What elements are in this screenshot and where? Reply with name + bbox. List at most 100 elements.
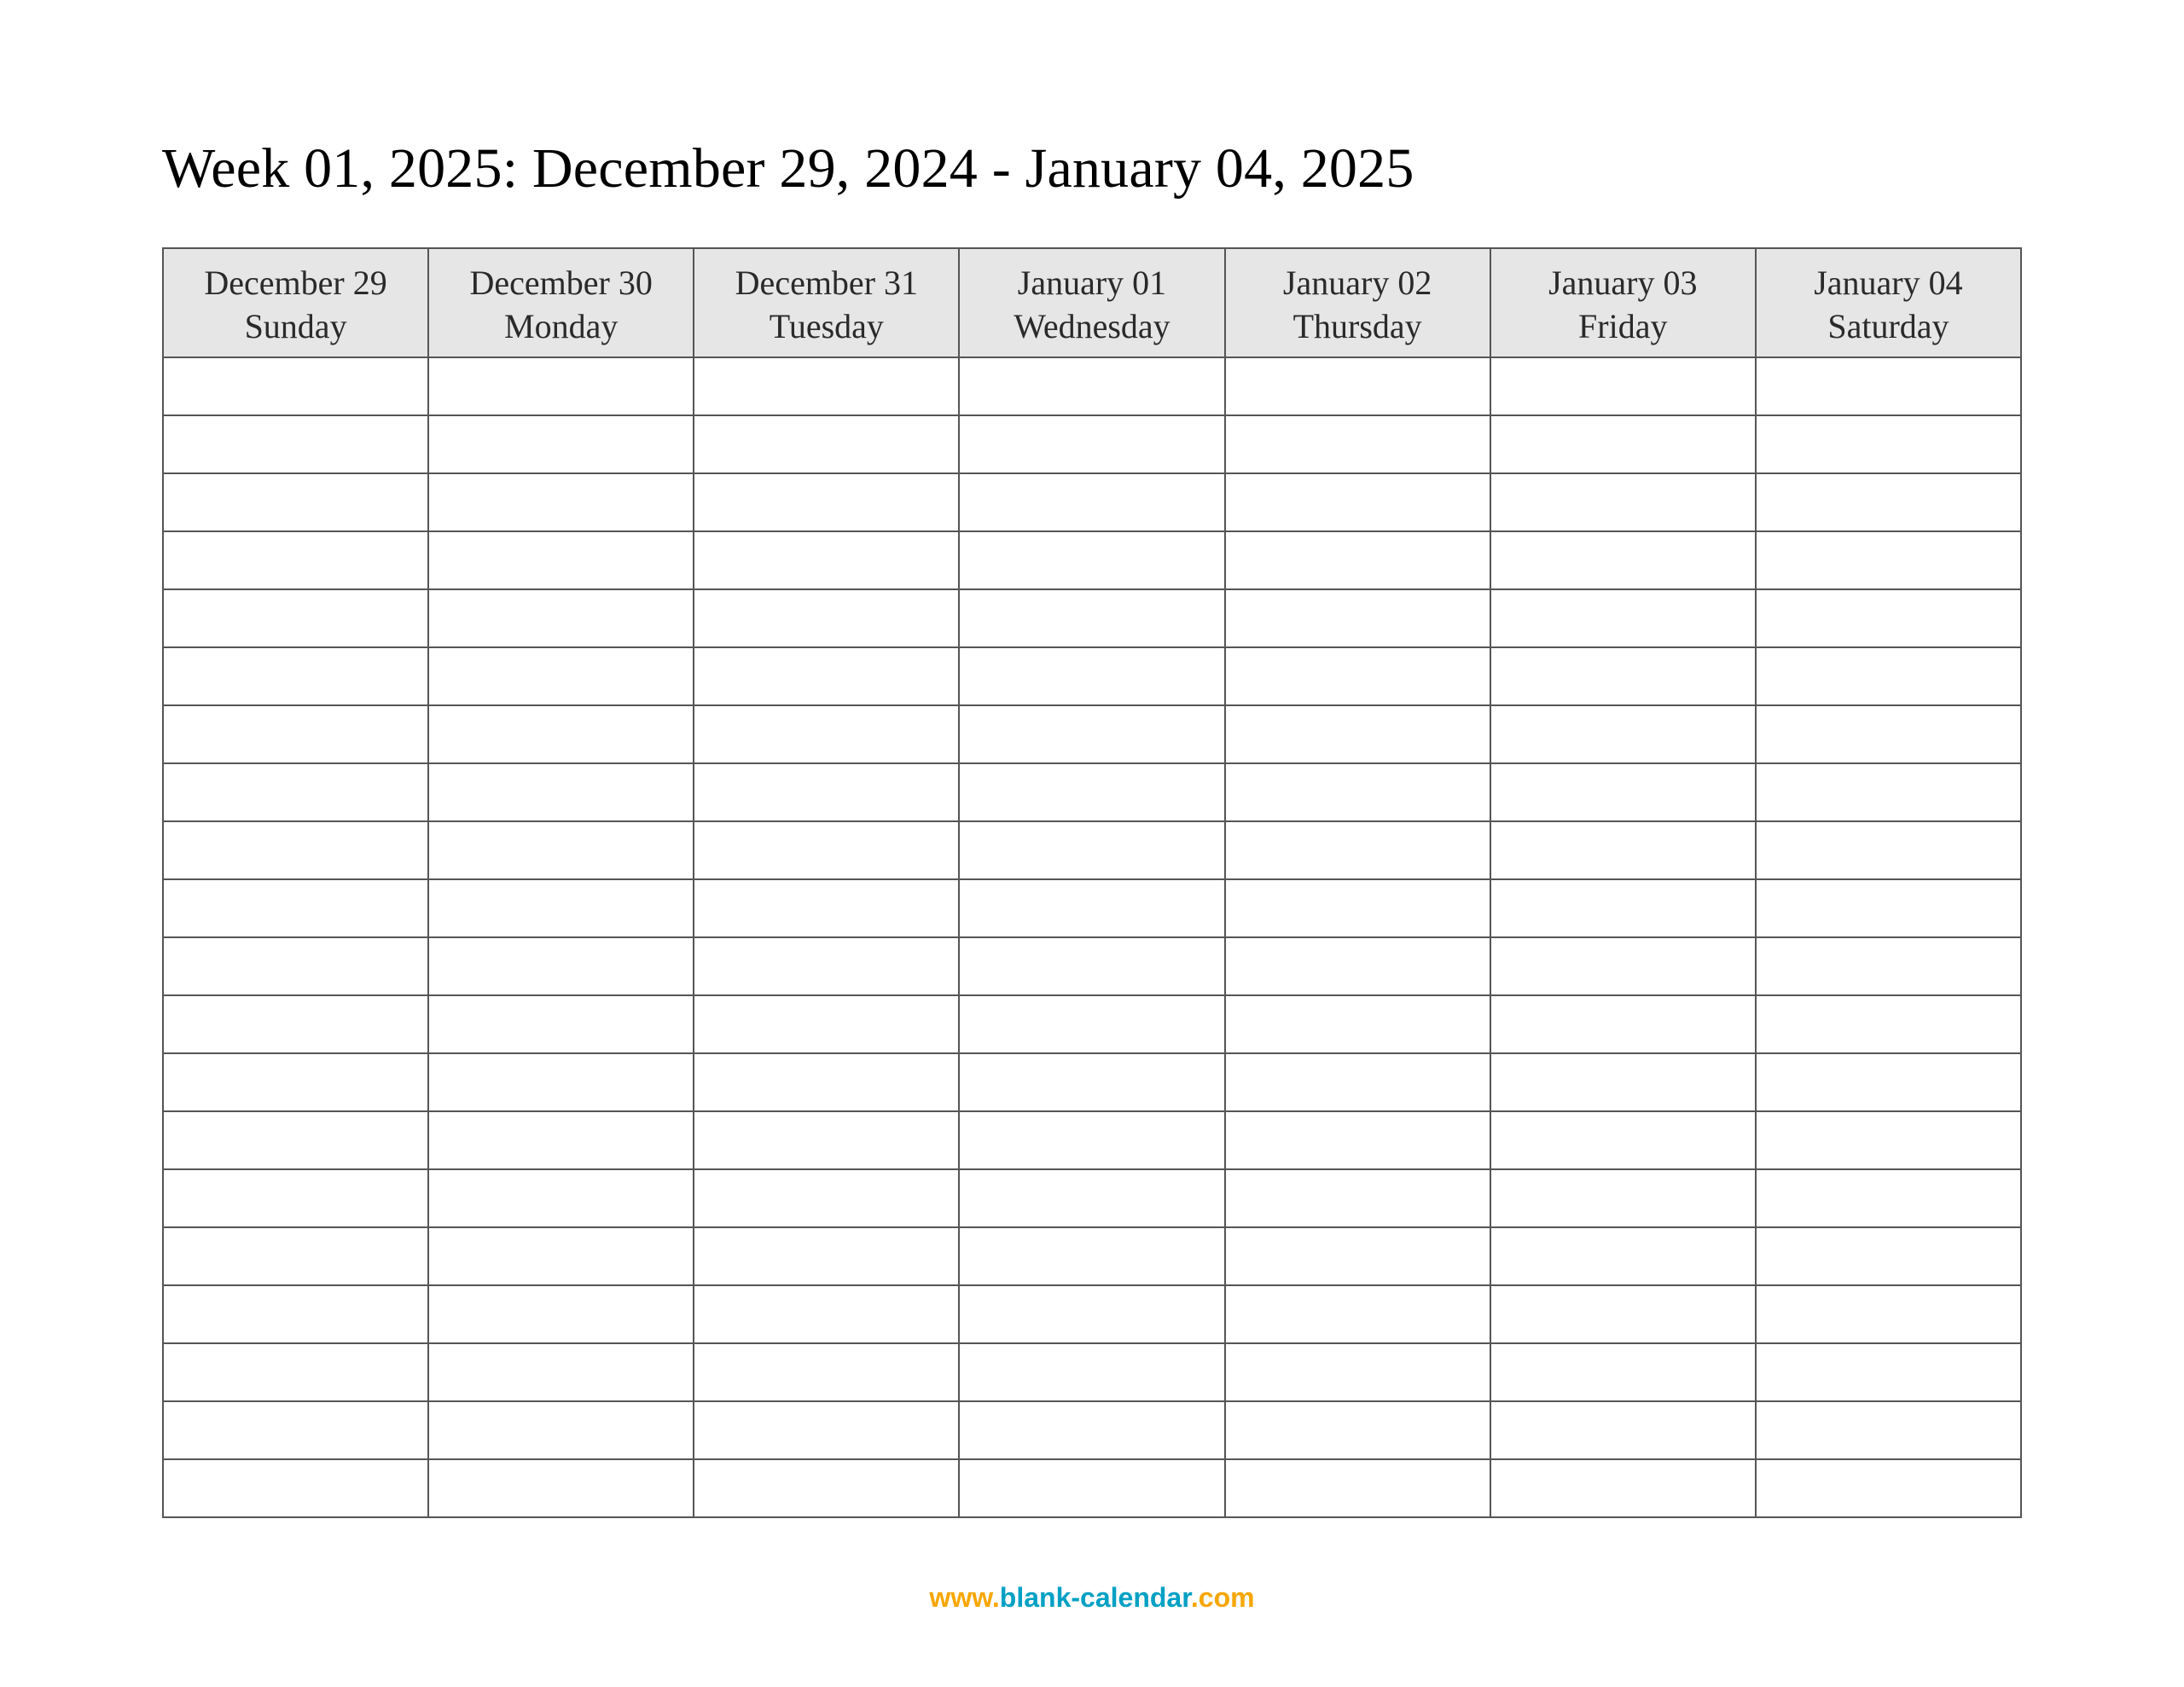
calendar-cell[interactable] <box>1225 1053 1490 1111</box>
calendar-cell[interactable] <box>1225 1111 1490 1169</box>
calendar-cell[interactable] <box>1756 357 2021 415</box>
calendar-cell[interactable] <box>959 821 1224 879</box>
calendar-cell[interactable] <box>163 879 428 937</box>
calendar-cell[interactable] <box>428 357 694 415</box>
calendar-cell[interactable] <box>163 705 428 763</box>
calendar-cell[interactable] <box>1225 1285 1490 1343</box>
calendar-cell[interactable] <box>959 1459 1224 1517</box>
calendar-cell[interactable] <box>428 995 694 1053</box>
calendar-cell[interactable] <box>959 1401 1224 1459</box>
calendar-cell[interactable] <box>163 1227 428 1285</box>
calendar-cell[interactable] <box>694 1343 959 1401</box>
calendar-cell[interactable] <box>1756 589 2021 647</box>
calendar-cell[interactable] <box>1756 1111 2021 1169</box>
calendar-cell[interactable] <box>959 473 1224 531</box>
calendar-cell[interactable] <box>694 763 959 821</box>
calendar-cell[interactable] <box>428 1169 694 1227</box>
calendar-cell[interactable] <box>163 1169 428 1227</box>
calendar-cell[interactable] <box>959 1343 1224 1401</box>
calendar-cell[interactable] <box>1490 705 1756 763</box>
calendar-cell[interactable] <box>694 1227 959 1285</box>
calendar-cell[interactable] <box>1756 1227 2021 1285</box>
calendar-cell[interactable] <box>163 473 428 531</box>
calendar-cell[interactable] <box>1756 995 2021 1053</box>
calendar-cell[interactable] <box>959 995 1224 1053</box>
calendar-cell[interactable] <box>428 1227 694 1285</box>
calendar-cell[interactable] <box>959 1169 1224 1227</box>
calendar-cell[interactable] <box>1225 589 1490 647</box>
calendar-cell[interactable] <box>1490 1401 1756 1459</box>
calendar-cell[interactable] <box>428 821 694 879</box>
calendar-cell[interactable] <box>694 647 959 705</box>
calendar-cell[interactable] <box>1225 705 1490 763</box>
calendar-cell[interactable] <box>1756 821 2021 879</box>
calendar-cell[interactable] <box>694 821 959 879</box>
calendar-cell[interactable] <box>1756 763 2021 821</box>
calendar-cell[interactable] <box>694 531 959 589</box>
calendar-cell[interactable] <box>428 1343 694 1401</box>
calendar-cell[interactable] <box>163 1285 428 1343</box>
calendar-cell[interactable] <box>959 531 1224 589</box>
calendar-cell[interactable] <box>1490 1459 1756 1517</box>
calendar-cell[interactable] <box>428 1053 694 1111</box>
calendar-cell[interactable] <box>1225 937 1490 995</box>
calendar-cell[interactable] <box>1225 357 1490 415</box>
calendar-cell[interactable] <box>694 1285 959 1343</box>
calendar-cell[interactable] <box>428 705 694 763</box>
calendar-cell[interactable] <box>163 821 428 879</box>
calendar-cell[interactable] <box>428 1111 694 1169</box>
calendar-cell[interactable] <box>1490 1111 1756 1169</box>
calendar-cell[interactable] <box>428 879 694 937</box>
calendar-cell[interactable] <box>1225 531 1490 589</box>
calendar-cell[interactable] <box>428 531 694 589</box>
calendar-cell[interactable] <box>1490 531 1756 589</box>
calendar-cell[interactable] <box>1756 1343 2021 1401</box>
calendar-cell[interactable] <box>1756 1459 2021 1517</box>
calendar-cell[interactable] <box>694 1401 959 1459</box>
calendar-cell[interactable] <box>1490 879 1756 937</box>
calendar-cell[interactable] <box>1225 647 1490 705</box>
calendar-cell[interactable] <box>1225 415 1490 473</box>
calendar-cell[interactable] <box>959 1227 1224 1285</box>
calendar-cell[interactable] <box>1756 473 2021 531</box>
calendar-cell[interactable] <box>1756 531 2021 589</box>
calendar-cell[interactable] <box>428 937 694 995</box>
calendar-cell[interactable] <box>1490 1285 1756 1343</box>
calendar-cell[interactable] <box>1490 1343 1756 1401</box>
calendar-cell[interactable] <box>694 473 959 531</box>
calendar-cell[interactable] <box>1756 937 2021 995</box>
calendar-cell[interactable] <box>163 1459 428 1517</box>
calendar-cell[interactable] <box>694 357 959 415</box>
calendar-cell[interactable] <box>959 937 1224 995</box>
calendar-cell[interactable] <box>694 879 959 937</box>
calendar-cell[interactable] <box>428 647 694 705</box>
calendar-cell[interactable] <box>1756 647 2021 705</box>
calendar-cell[interactable] <box>1225 1343 1490 1401</box>
calendar-cell[interactable] <box>163 415 428 473</box>
calendar-cell[interactable] <box>959 1053 1224 1111</box>
calendar-cell[interactable] <box>1756 415 2021 473</box>
calendar-cell[interactable] <box>959 763 1224 821</box>
calendar-cell[interactable] <box>1490 763 1756 821</box>
calendar-cell[interactable] <box>1225 1459 1490 1517</box>
calendar-cell[interactable] <box>694 1111 959 1169</box>
calendar-cell[interactable] <box>1225 473 1490 531</box>
calendar-cell[interactable] <box>694 1169 959 1227</box>
calendar-cell[interactable] <box>428 1459 694 1517</box>
calendar-cell[interactable] <box>163 1401 428 1459</box>
calendar-cell[interactable] <box>428 473 694 531</box>
calendar-cell[interactable] <box>1490 647 1756 705</box>
calendar-cell[interactable] <box>959 1285 1224 1343</box>
calendar-cell[interactable] <box>694 995 959 1053</box>
calendar-cell[interactable] <box>428 1285 694 1343</box>
calendar-cell[interactable] <box>694 1053 959 1111</box>
calendar-cell[interactable] <box>959 1111 1224 1169</box>
calendar-cell[interactable] <box>1225 1227 1490 1285</box>
calendar-cell[interactable] <box>1756 1169 2021 1227</box>
calendar-cell[interactable] <box>428 415 694 473</box>
calendar-cell[interactable] <box>163 995 428 1053</box>
calendar-cell[interactable] <box>163 647 428 705</box>
calendar-cell[interactable] <box>694 705 959 763</box>
calendar-cell[interactable] <box>1490 415 1756 473</box>
calendar-cell[interactable] <box>163 357 428 415</box>
